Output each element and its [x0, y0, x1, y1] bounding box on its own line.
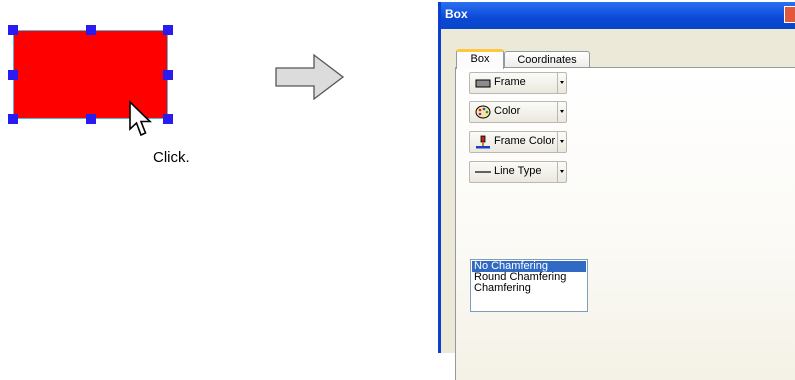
frame-color-button-main[interactable]: Frame Color [470, 132, 558, 152]
box-dialog-window: Box Box Coordinates Frame Color Frame Co… [438, 2, 795, 380]
dialog-body: Box Coordinates Frame Color Frame Color … [441, 29, 795, 380]
frame-button-main[interactable]: Frame [470, 73, 558, 93]
resize-handle-middle-left[interactable] [8, 70, 18, 80]
frame-color-button[interactable]: Frame Color [469, 131, 567, 153]
right-arrow-icon [275, 53, 345, 101]
color-button[interactable]: Color [469, 101, 567, 123]
tab-coordinates-label: Coordinates [517, 54, 577, 66]
close-icon[interactable] [784, 6, 795, 23]
tab-box-label: Box [470, 53, 490, 65]
tab-box[interactable]: Box [456, 49, 504, 69]
resize-handle-middle-right[interactable] [163, 70, 173, 80]
click-instruction-label: Click. [153, 149, 190, 166]
color-button-main[interactable]: Color [470, 102, 558, 122]
line-type-label: Line Type [494, 165, 542, 177]
frame-color-label: Frame Color [494, 135, 556, 147]
frame-button[interactable]: Frame [469, 72, 567, 94]
resize-handle-bottom-right[interactable] [163, 114, 173, 124]
resize-handle-top-right[interactable] [163, 25, 173, 35]
frame-label: Frame [494, 76, 526, 88]
tab-coordinates[interactable]: Coordinates [504, 51, 590, 68]
color-dropdown-arrow[interactable] [557, 102, 566, 122]
window-titlebar[interactable]: Box [441, 2, 795, 29]
window-title: Box [445, 7, 468, 21]
frame-color-dropdown-arrow[interactable] [557, 132, 566, 152]
line-type-dropdown-arrow[interactable] [557, 162, 566, 182]
frame-dropdown-arrow[interactable] [557, 73, 566, 93]
color-label: Color [494, 105, 521, 117]
resize-handle-bottom-left[interactable] [8, 114, 18, 124]
line-type-button-main[interactable]: Line Type [470, 162, 558, 182]
resize-handle-top-middle[interactable] [86, 25, 96, 35]
line-type-icon [475, 171, 491, 173]
line-type-button[interactable]: Line Type [469, 161, 567, 183]
paint-bucket-icon [476, 135, 490, 149]
frame-icon [475, 79, 491, 88]
resize-handle-top-left[interactable] [8, 25, 18, 35]
chamfer-style-listbox[interactable]: No Chamfering Round Chamfering Chamferin… [470, 259, 588, 312]
list-option-chamfering[interactable]: Chamfering [472, 283, 586, 294]
palette-icon [475, 105, 491, 119]
mouse-pointer-icon [129, 100, 152, 137]
resize-handle-bottom-middle[interactable] [86, 114, 96, 124]
